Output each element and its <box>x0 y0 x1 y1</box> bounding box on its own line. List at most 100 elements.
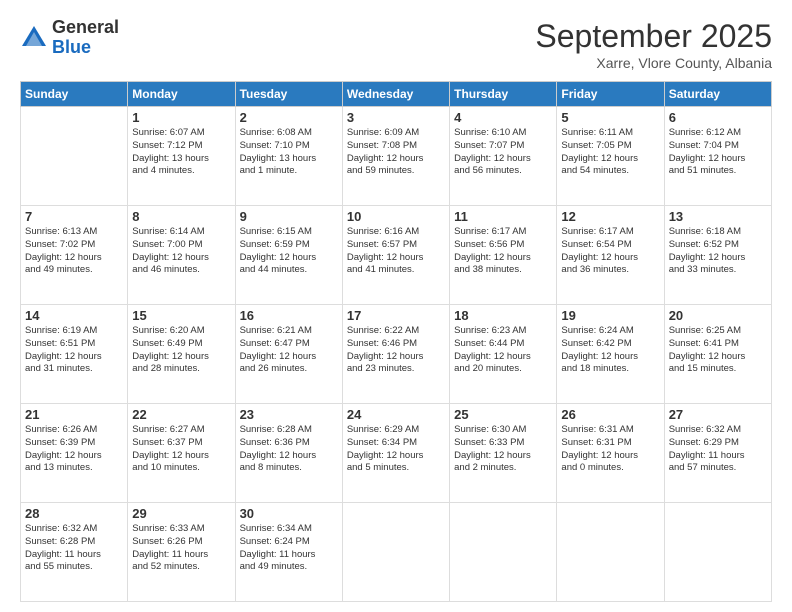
calendar-cell: 19Sunrise: 6:24 AMSunset: 6:42 PMDayligh… <box>557 305 664 404</box>
cell-info-line: Sunset: 6:24 PM <box>240 536 338 549</box>
calendar-week-row: 14Sunrise: 6:19 AMSunset: 6:51 PMDayligh… <box>21 305 772 404</box>
day-number: 5 <box>561 110 659 125</box>
cell-info-line: Sunrise: 6:26 AM <box>25 424 123 437</box>
cell-info-line: Sunrise: 6:13 AM <box>25 226 123 239</box>
cell-info-line: Sunset: 6:41 PM <box>669 338 767 351</box>
cell-info-line: Sunset: 6:26 PM <box>132 536 230 549</box>
cell-info-line: Sunset: 6:51 PM <box>25 338 123 351</box>
cell-info-line: and 0 minutes. <box>561 462 659 475</box>
cell-info-line: Daylight: 12 hours <box>454 153 552 166</box>
calendar-header-wednesday: Wednesday <box>342 82 449 107</box>
logo-general: General <box>52 18 119 38</box>
cell-info-line: and 31 minutes. <box>25 363 123 376</box>
cell-info-line: Daylight: 12 hours <box>669 252 767 265</box>
calendar-cell: 1 Sunrise: 6:07 AMSunset: 7:12 PMDaylight… <box>128 107 235 206</box>
cell-info-line: Daylight: 12 hours <box>347 351 445 364</box>
calendar-week-row: 1Sunrise: 6:07 AMSunset: 7:12 PMDaylight… <box>21 107 772 206</box>
calendar-cell: 15Sunrise: 6:20 AMSunset: 6:49 PMDayligh… <box>128 305 235 404</box>
cell-info-line: and 20 minutes. <box>454 363 552 376</box>
cell-info-line: Sunset: 6:59 PM <box>240 239 338 252</box>
day-number: 19 <box>561 308 659 323</box>
calendar-week-row: 7Sunrise: 6:13 AMSunset: 7:02 PMDaylight… <box>21 206 772 305</box>
cell-info-line: Daylight: 12 hours <box>561 450 659 463</box>
cell-info-line: and 55 minutes. <box>25 561 123 574</box>
cell-info-line: Sunset: 6:39 PM <box>25 437 123 450</box>
calendar-cell <box>664 503 771 602</box>
cell-info-line: and 49 minutes. <box>240 561 338 574</box>
calendar-cell: 13Sunrise: 6:18 AMSunset: 6:52 PMDayligh… <box>664 206 771 305</box>
cell-info-line: Sunrise: 6:30 AM <box>454 424 552 437</box>
cell-info-line: and 1 minute. <box>240 165 338 178</box>
cell-info-line: and 33 minutes. <box>669 264 767 277</box>
calendar-cell: 14Sunrise: 6:19 AMSunset: 6:51 PMDayligh… <box>21 305 128 404</box>
calendar-cell: 6Sunrise: 6:12 AMSunset: 7:04 PMDaylight… <box>664 107 771 206</box>
cell-info-line: Daylight: 12 hours <box>347 252 445 265</box>
logo-blue: Blue <box>52 38 119 58</box>
cell-info-line: Daylight: 12 hours <box>561 153 659 166</box>
calendar-header-monday: Monday <box>128 82 235 107</box>
cell-info-line: and 46 minutes. <box>132 264 230 277</box>
cell-info-line: Sunset: 6:31 PM <box>561 437 659 450</box>
cell-info-line: Sunset: 7:07 PM <box>454 140 552 153</box>
cell-info-line: Sunset: 6:46 PM <box>347 338 445 351</box>
cell-info-line: and 52 minutes. <box>132 561 230 574</box>
cell-info-line: Sunset: 6:29 PM <box>669 437 767 450</box>
day-number: 28 <box>25 506 123 521</box>
cell-info-line: Sunset: 7:12 PM <box>132 140 230 153</box>
cell-info-line: Daylight: 12 hours <box>669 351 767 364</box>
calendar-cell: 18Sunrise: 6:23 AMSunset: 6:44 PMDayligh… <box>450 305 557 404</box>
cell-info-line: Sunrise: 6:07 AM <box>132 127 230 140</box>
calendar-cell: 21Sunrise: 6:26 AMSunset: 6:39 PMDayligh… <box>21 404 128 503</box>
cell-info-line: and 18 minutes. <box>561 363 659 376</box>
cell-info-line: Sunrise: 6:33 AM <box>132 523 230 536</box>
cell-info-line: Sunset: 6:47 PM <box>240 338 338 351</box>
cell-info-line: Sunrise: 6:17 AM <box>454 226 552 239</box>
header: General Blue September 2025 Xarre, Vlore… <box>20 18 772 71</box>
calendar-cell: 29Sunrise: 6:33 AMSunset: 6:26 PMDayligh… <box>128 503 235 602</box>
calendar-cell: 20Sunrise: 6:25 AMSunset: 6:41 PMDayligh… <box>664 305 771 404</box>
cell-info-line: Sunrise: 6:20 AM <box>132 325 230 338</box>
cell-info-line: Daylight: 13 hours <box>132 153 230 166</box>
calendar-cell: 8Sunrise: 6:14 AMSunset: 7:00 PMDaylight… <box>128 206 235 305</box>
day-number: 22 <box>132 407 230 422</box>
calendar-cell: 22Sunrise: 6:27 AMSunset: 6:37 PMDayligh… <box>128 404 235 503</box>
cell-info-line: Sunset: 6:56 PM <box>454 239 552 252</box>
calendar-cell: 24Sunrise: 6:29 AMSunset: 6:34 PMDayligh… <box>342 404 449 503</box>
cell-info-line: Daylight: 12 hours <box>561 252 659 265</box>
cell-info-line: Sunset: 6:37 PM <box>132 437 230 450</box>
cell-info-line: and 57 minutes. <box>669 462 767 475</box>
cell-info-line: and 15 minutes. <box>669 363 767 376</box>
cell-info-line: Daylight: 12 hours <box>347 153 445 166</box>
cell-info-line: Sunrise: 6:17 AM <box>561 226 659 239</box>
cell-info-line: Sunset: 6:33 PM <box>454 437 552 450</box>
cell-info-line: Daylight: 12 hours <box>240 252 338 265</box>
logo-icon <box>20 24 48 52</box>
day-number: 29 <box>132 506 230 521</box>
cell-info-line: Sunrise: 6:10 AM <box>454 127 552 140</box>
calendar-header-thursday: Thursday <box>450 82 557 107</box>
cell-info-line: Daylight: 12 hours <box>347 450 445 463</box>
cell-info-line: Daylight: 12 hours <box>25 252 123 265</box>
cell-info-line: and 28 minutes. <box>132 363 230 376</box>
calendar-cell <box>557 503 664 602</box>
cell-info-line: Sunrise: 6:11 AM <box>561 127 659 140</box>
cell-info-line: Sunrise: 6:34 AM <box>240 523 338 536</box>
cell-info-line: Daylight: 12 hours <box>132 351 230 364</box>
cell-info-line: Sunrise: 6:29 AM <box>347 424 445 437</box>
cell-info-line: Sunset: 6:52 PM <box>669 239 767 252</box>
cell-info-line: and 13 minutes. <box>25 462 123 475</box>
calendar-week-row: 28Sunrise: 6:32 AMSunset: 6:28 PMDayligh… <box>21 503 772 602</box>
day-number: 27 <box>669 407 767 422</box>
day-number: 18 <box>454 308 552 323</box>
day-number: 4 <box>454 110 552 125</box>
cell-info-line: Sunset: 6:36 PM <box>240 437 338 450</box>
calendar-cell: 5Sunrise: 6:11 AMSunset: 7:05 PMDaylight… <box>557 107 664 206</box>
calendar-cell: 2Sunrise: 6:08 AMSunset: 7:10 PMDaylight… <box>235 107 342 206</box>
day-number: 23 <box>240 407 338 422</box>
day-number: 1 <box>132 110 230 125</box>
calendar-cell: 23Sunrise: 6:28 AMSunset: 6:36 PMDayligh… <box>235 404 342 503</box>
day-number: 26 <box>561 407 659 422</box>
calendar-header-row: SundayMondayTuesdayWednesdayThursdayFrid… <box>21 82 772 107</box>
cell-info-line: and 51 minutes. <box>669 165 767 178</box>
day-number: 25 <box>454 407 552 422</box>
